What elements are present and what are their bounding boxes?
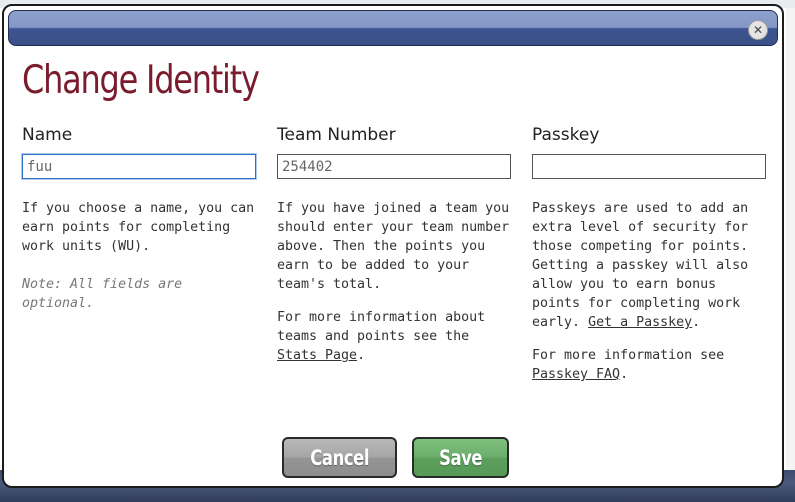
passkey-more-info: For more information see Passkey FAQ. [532,346,766,384]
dialog-title: Change Identity [22,58,260,103]
passkey-help-body: Passkeys are used to add an extra level … [532,201,749,330]
close-icon[interactable]: ✕ [748,20,768,40]
team-more-info: For more information about teams and poi… [277,308,511,365]
dialog-titlebar: ✕ [8,10,778,46]
team-more-suffix: . [357,348,366,363]
get-passkey-link[interactable]: Get a Passkey [588,315,692,330]
name-input[interactable] [22,154,256,179]
team-more-prefix: For more information about teams and poi… [277,310,486,344]
passkey-help-text: Passkeys are used to add an extra level … [532,199,766,332]
team-number-label: Team Number [277,125,396,145]
passkey-get-suffix: . [692,315,701,330]
name-label: Name [22,125,73,145]
change-identity-dialog: ✕ Change Identity Name If you choose a n… [2,4,784,488]
name-help: If you choose a name, you can earn point… [22,199,256,313]
passkey-column: Passkey Passkeys are used to add an extr… [532,124,766,384]
optional-note: Note: All fields are optional. [22,277,183,311]
save-button-label: Save [438,445,483,470]
name-help-text: If you choose a name, you can earn point… [22,201,255,254]
name-column: Name If you choose a name, you can earn … [22,124,256,313]
passkey-more-suffix: . [620,367,629,382]
team-help-text: If you have joined a team you should ent… [277,201,510,292]
team-number-input[interactable] [277,154,511,179]
background-right-edge [786,8,795,478]
cancel-button[interactable]: Cancel [282,437,397,478]
passkey-more-prefix: For more information see [532,348,725,363]
team-column: Team Number If you have joined a team yo… [277,124,511,365]
passkey-help: Passkeys are used to add an extra level … [532,199,766,384]
stats-page-link[interactable]: Stats Page [277,348,357,363]
team-help: If you have joined a team you should ent… [277,199,511,365]
passkey-faq-link[interactable]: Passkey FAQ [532,367,620,382]
cancel-button-label: Cancel [310,445,369,470]
passkey-label: Passkey [532,125,600,145]
passkey-input[interactable] [532,154,766,179]
save-button[interactable]: Save [412,437,509,478]
